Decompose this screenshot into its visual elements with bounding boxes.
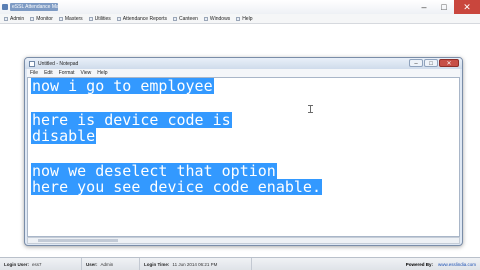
canteen-icon [172,16,177,21]
menu-admin[interactable]: Admin [4,16,24,22]
app-maximize-button[interactable]: □ [434,0,454,14]
help-icon [236,16,241,21]
selected-text-line: now i go to employee [31,77,214,95]
menu-utilities[interactable]: Utilities [88,15,111,22]
menu-monitor-label: Monitor [36,15,53,22]
menu-attendance-reports[interactable]: Attendance Reports [116,15,167,22]
app-close-button[interactable]: ✕ [454,0,480,14]
menu-help-label: Help [242,15,253,22]
menu-masters-label: Masters [64,15,83,22]
notepad-menu-file[interactable]: File [30,70,38,76]
app-title: eSSL Attendance Mana... [10,3,58,11]
menu-canteen-label: Canteen [178,15,198,22]
app-menu-bar: Admin Monitor Masters Utilities Attendan… [0,14,480,24]
i-beam-cursor-top [308,105,313,106]
menu-monitor[interactable]: Monitor [30,16,53,22]
windows-icon [203,16,208,21]
user-role-label: User: [86,261,98,267]
selected-text-line: now we deselect that option [31,162,277,180]
app-icon [2,4,8,10]
notepad-window: Untitled - Notepad – □ ✕ File Edit Forma… [24,57,463,246]
menu-utilities-label: Utilities [94,15,111,22]
notepad-title: Untitled - Notepad [38,60,79,67]
notepad-maximize-button[interactable]: □ [424,59,438,67]
notepad-close-button[interactable]: ✕ [439,59,459,67]
notepad-menu-edit[interactable]: Edit [44,70,53,76]
notepad-menu-view[interactable]: View [81,70,92,76]
menu-admin-label: Admin [10,15,25,22]
login-user-value: ess7 [32,261,42,267]
utilities-icon [88,16,93,21]
menu-windows-label: Windows [209,15,231,22]
notepad-minimize-button[interactable]: – [409,59,423,67]
i-beam-cursor-bottom [308,112,313,113]
app-window-controls: – □ ✕ [414,0,480,14]
selected-text-line: disable [31,127,97,145]
app-minimize-button[interactable]: – [414,0,434,14]
monitor-icon [30,16,35,21]
menu-attendance-reports-label: Attendance Reports [122,15,167,22]
notepad-text-area[interactable]: now i go to employee here is device code… [27,77,460,237]
selected-text-line: here is device code is [31,111,232,129]
masters-icon [58,16,63,21]
menu-windows[interactable]: Windows [203,15,231,22]
status-powered-by: Powered By: www.esslindia.com [406,262,480,267]
notepad-menu-help[interactable]: Help [97,70,107,76]
selected-text-line: here you see device code enable. [31,178,322,196]
status-user-role: User: Admin [82,257,140,270]
notepad-title-bar[interactable]: Untitled - Notepad – □ ✕ [25,58,462,69]
login-time-label: Login Time: [144,261,170,267]
menu-help[interactable]: Help [236,16,252,22]
powered-by-label: Powered By: [405,261,433,267]
login-user-label: Login User: [4,261,30,267]
menu-canteen[interactable]: Canteen [172,15,198,22]
scrollbar-thumb[interactable] [38,239,118,242]
menu-masters[interactable]: Masters [58,15,83,22]
reports-icon [116,16,121,21]
app-status-bar: Login User: ess7 User: Admin Login Time:… [0,257,480,270]
admin-icon [4,16,8,21]
notepad-menu-format[interactable]: Format [59,70,75,76]
notepad-menu-bar: File Edit Format View Help [27,69,460,77]
app-title-bar: eSSL Attendance Mana... – □ ✕ [0,0,480,14]
notepad-window-controls: – □ ✕ [408,59,459,67]
user-role-value: Admin [100,261,114,267]
status-login-time: Login Time: 11 Jun 2014 06:21 PM [140,257,252,270]
login-time-value: 11 Jun 2014 06:21 PM [172,261,218,267]
status-login-user: Login User: ess7 [0,257,82,270]
powered-by-link[interactable]: www.esslindia.com [438,262,476,267]
notepad-icon [29,60,35,67]
notepad-horizontal-scrollbar[interactable] [27,237,460,244]
